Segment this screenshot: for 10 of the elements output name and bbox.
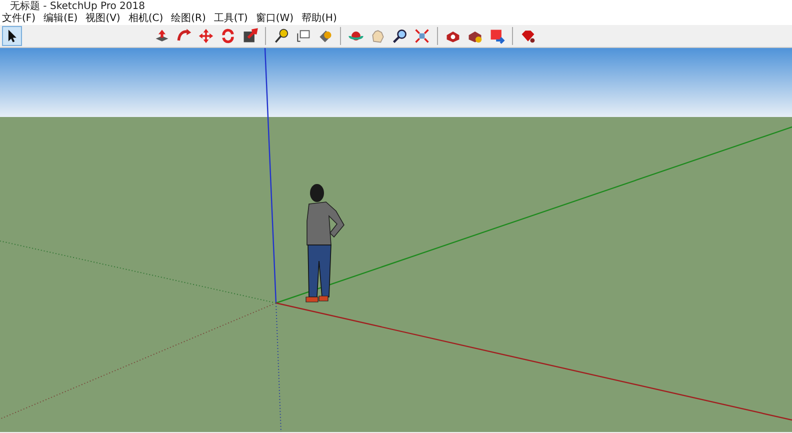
menu-item[interactable]: 帮助(H) xyxy=(302,13,337,25)
menu-item[interactable]: 窗口(W) xyxy=(256,13,294,25)
window-title: 无标题 - SketchUp Pro 2018 xyxy=(10,0,145,12)
menu-item[interactable]: 工具(T) xyxy=(214,13,248,25)
menu-item[interactable]: 文件(F) xyxy=(2,13,36,25)
menu-item[interactable]: 编辑(E) xyxy=(44,13,78,25)
move-icon[interactable] xyxy=(196,26,216,46)
menu-item[interactable]: 视图(V) xyxy=(86,13,120,25)
menu-item[interactable]: 绘图(R) xyxy=(171,13,206,25)
menu-item[interactable]: 相机(C) xyxy=(128,13,164,25)
